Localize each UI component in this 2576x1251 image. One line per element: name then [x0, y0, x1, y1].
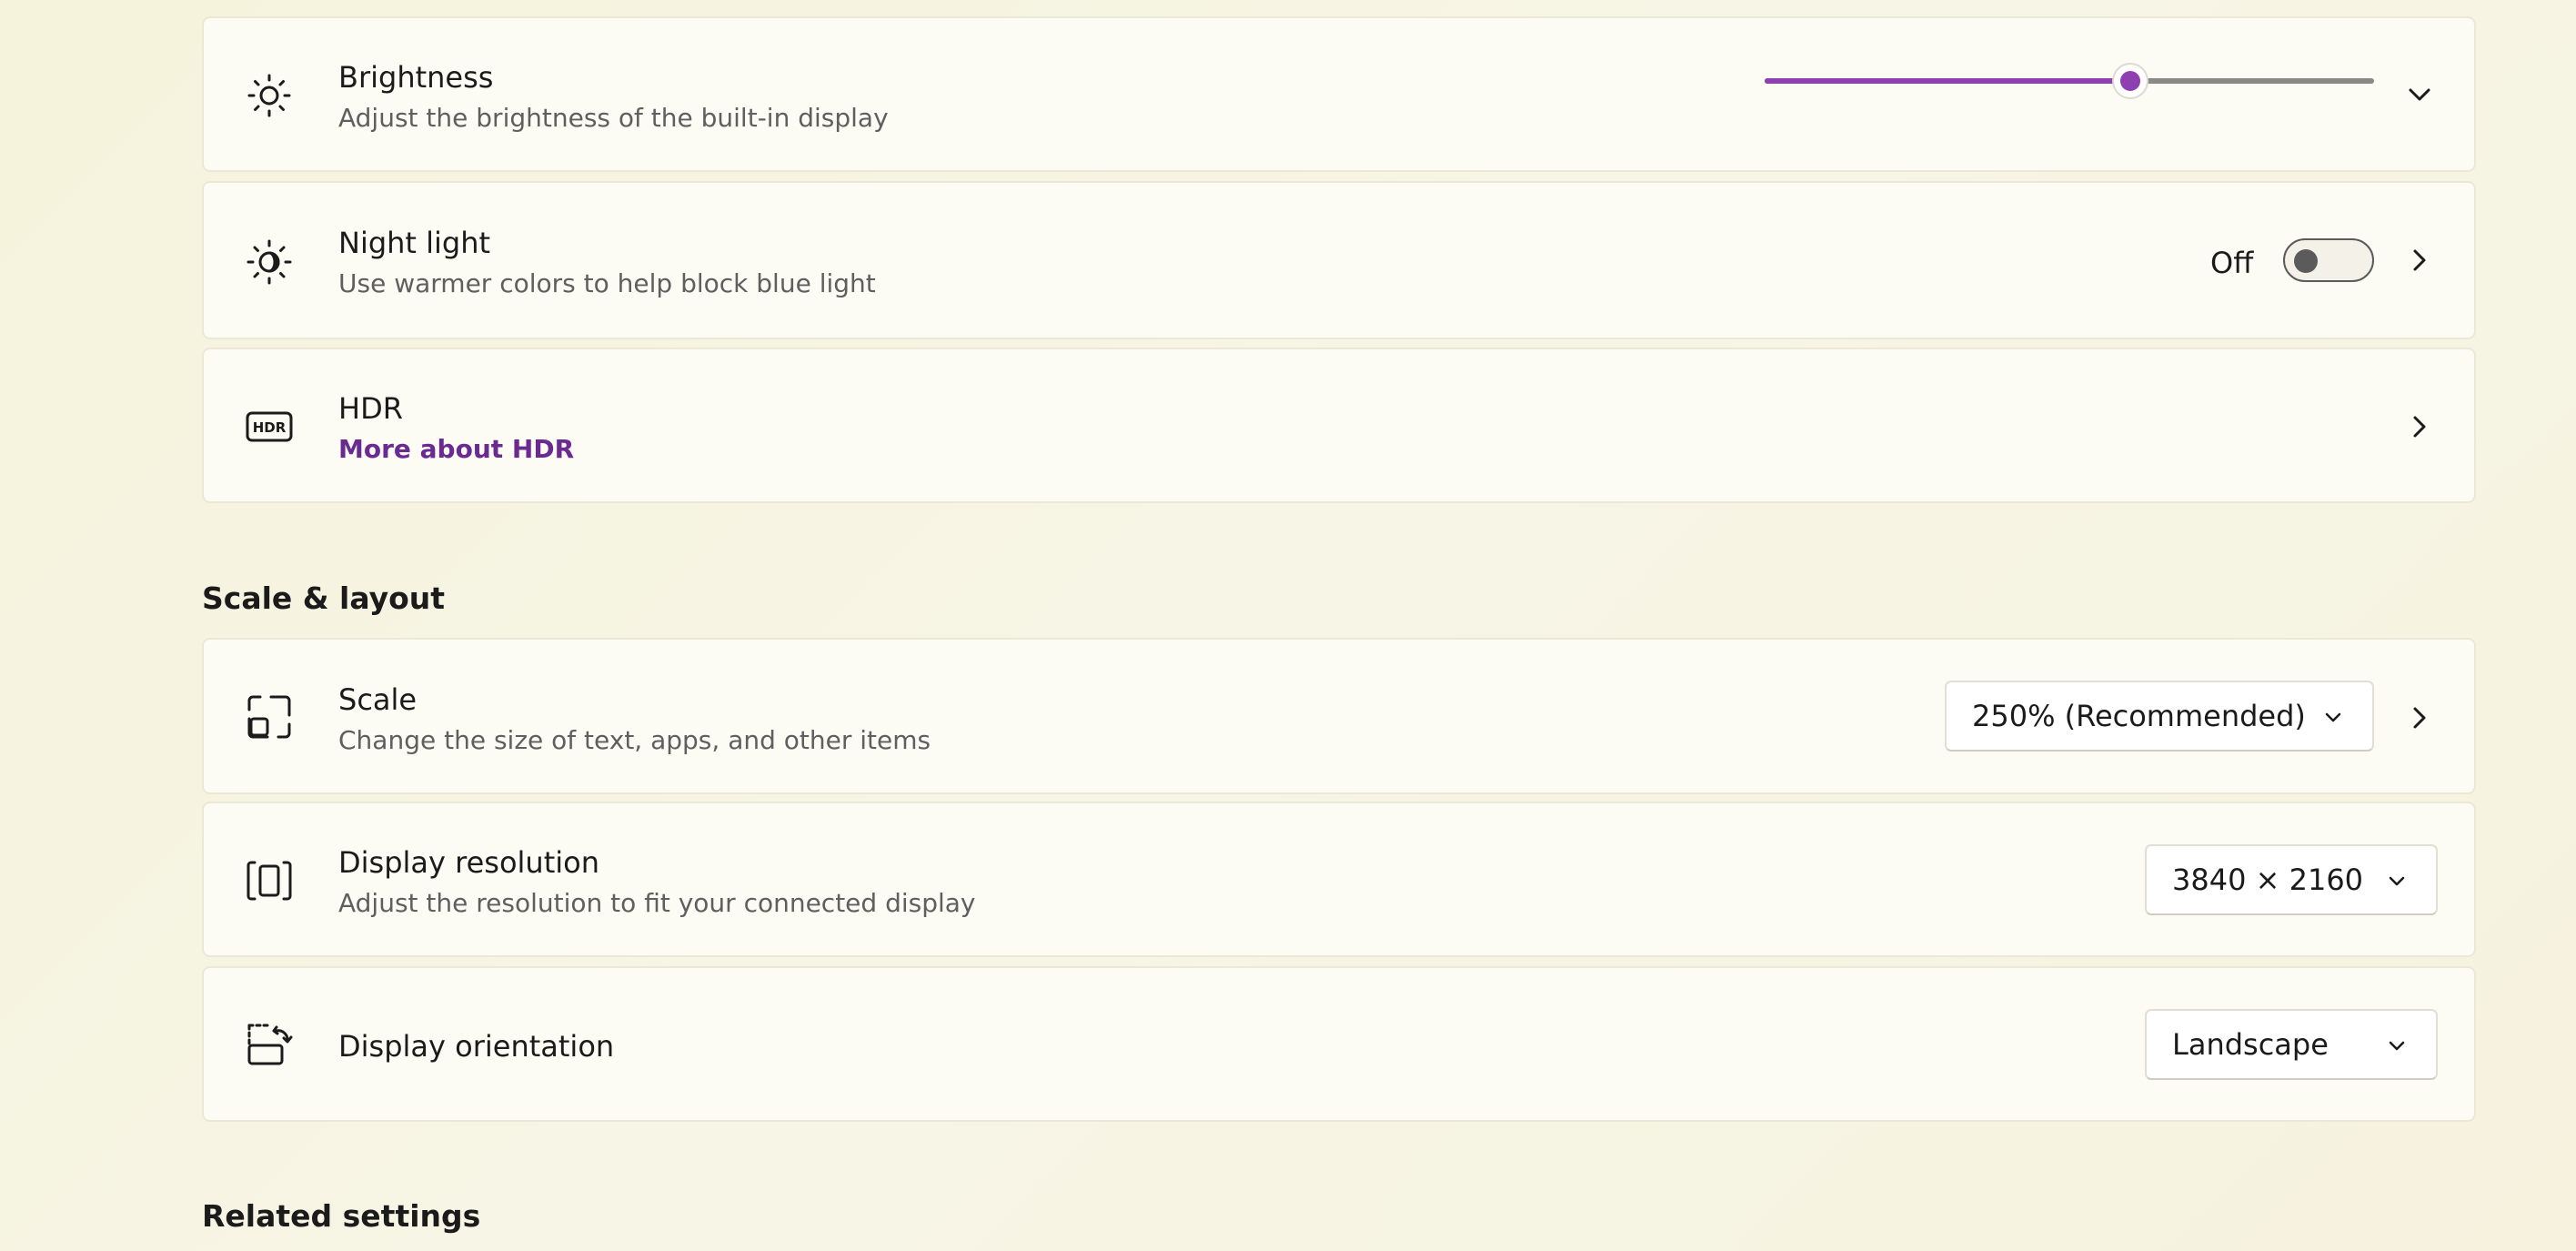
related-settings-header: Related settings [202, 1198, 481, 1234]
night-light-subtitle: Use warmer colors to help block blue lig… [338, 268, 876, 298]
svg-text:HDR: HDR [253, 419, 287, 436]
chevron-down-icon[interactable] [2401, 76, 2438, 113]
chevron-down-icon [2319, 704, 2347, 731]
display-resolution-title: Display resolution [338, 845, 599, 880]
scale-dropdown[interactable]: 250% (Recommended) [1945, 681, 2374, 752]
chevron-right-icon[interactable] [2401, 700, 2438, 736]
night-light-toggle-state: Off [2210, 246, 2254, 280]
sun-icon [244, 70, 295, 121]
hdr-icon: HDR [244, 401, 295, 452]
night-light-card[interactable]: Night light Use warmer colors to help bl… [202, 181, 2476, 339]
more-about-hdr-link[interactable]: More about HDR [338, 434, 574, 464]
scale-icon [244, 691, 295, 742]
scale-subtitle: Change the size of text, apps, and other… [338, 725, 931, 755]
night-light-icon [244, 237, 295, 288]
resolution-dropdown-value: 3840 × 2160 [2172, 863, 2364, 897]
orientation-icon [244, 1020, 295, 1071]
brightness-card[interactable]: Brightness Adjust the brightness of the … [202, 16, 2476, 172]
night-light-title: Night light [338, 226, 491, 260]
display-orientation-title: Display orientation [338, 1029, 615, 1064]
orientation-dropdown-value: Landscape [2172, 1027, 2329, 1062]
slider-thumb[interactable] [2112, 63, 2148, 99]
resolution-icon [244, 855, 295, 906]
hdr-title: HDR [338, 391, 403, 426]
display-orientation-card[interactable]: Display orientation Landscape [202, 966, 2476, 1122]
brightness-subtitle: Adjust the brightness of the built-in di… [338, 103, 889, 133]
display-resolution-card[interactable]: Display resolution Adjust the resolution… [202, 802, 2476, 957]
chevron-right-icon[interactable] [2401, 409, 2438, 445]
scale-dropdown-value: 250% (Recommended) [1972, 699, 2306, 733]
scale-title: Scale [338, 682, 418, 717]
brightness-slider[interactable] [1765, 62, 2374, 99]
slider-fill [1765, 78, 2130, 84]
scale-card[interactable]: Scale Change the size of text, apps, and… [202, 638, 2476, 794]
chevron-down-icon [2383, 1033, 2410, 1060]
orientation-dropdown[interactable]: Landscape [2145, 1009, 2438, 1080]
brightness-title: Brightness [338, 60, 494, 95]
scale-layout-header: Scale & layout [202, 580, 446, 616]
display-resolution-subtitle: Adjust the resolution to fit your connec… [338, 888, 976, 918]
hdr-card[interactable]: HDR HDR More about HDR [202, 348, 2476, 503]
chevron-down-icon [2383, 868, 2410, 895]
night-light-toggle[interactable] [2283, 238, 2374, 282]
chevron-right-icon[interactable] [2401, 242, 2438, 278]
resolution-dropdown[interactable]: 3840 × 2160 [2145, 844, 2438, 915]
